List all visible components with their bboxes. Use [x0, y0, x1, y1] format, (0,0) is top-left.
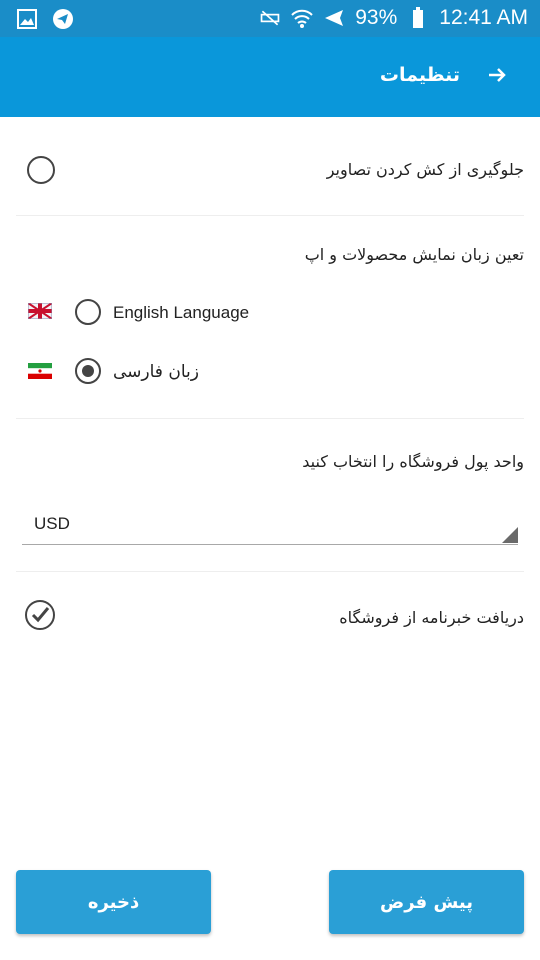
telegram-icon — [52, 8, 74, 30]
status-bar: 93% 12:41 AM — [0, 0, 540, 37]
language-section-label: تعین زبان نمایش محصولات و اپ — [304, 245, 524, 264]
gallery-icon — [16, 8, 38, 30]
battery-percent: 93% — [355, 6, 398, 29]
newsletter-checkbox[interactable] — [25, 600, 55, 630]
currency-dropdown[interactable]: USD — [22, 500, 518, 545]
checkmark-icon — [31, 607, 50, 623]
currency-section-label: واحد پول فروشگاه را انتخاب کنید — [302, 452, 524, 471]
wifi-icon — [291, 7, 313, 29]
back-button[interactable] — [482, 63, 512, 89]
battery-icon — [407, 7, 429, 29]
clock: 12:41 AM — [439, 6, 528, 29]
english-language-label: English Language — [113, 303, 250, 322]
newsletter-label: دریافت خبرنامه از فروشگاه — [339, 608, 524, 627]
uk-flag-icon — [27, 302, 53, 320]
page-title: تنظیمات — [379, 64, 460, 86]
mute-icon — [259, 7, 281, 29]
arrow-right-icon — [488, 67, 506, 86]
airplane-icon — [323, 7, 345, 29]
prevent-image-cache-checkbox[interactable] — [27, 156, 55, 184]
divider — [16, 571, 524, 572]
dropdown-arrow-icon — [502, 527, 518, 543]
currency-value: USD — [34, 514, 70, 533]
app-toolbar: تنظیمات — [0, 37, 540, 117]
persian-language-label: زبان فارسی — [113, 362, 199, 382]
english-language-radio[interactable] — [75, 299, 101, 325]
divider — [16, 418, 524, 419]
prevent-image-cache-label: جلوگیری از کش کردن تصاویر — [326, 160, 524, 179]
default-button[interactable]: پیش فرض — [329, 870, 524, 934]
divider — [16, 215, 524, 216]
save-button[interactable]: ذخیره — [16, 870, 211, 934]
iran-flag-icon — [28, 363, 52, 379]
persian-language-radio[interactable] — [75, 358, 101, 384]
